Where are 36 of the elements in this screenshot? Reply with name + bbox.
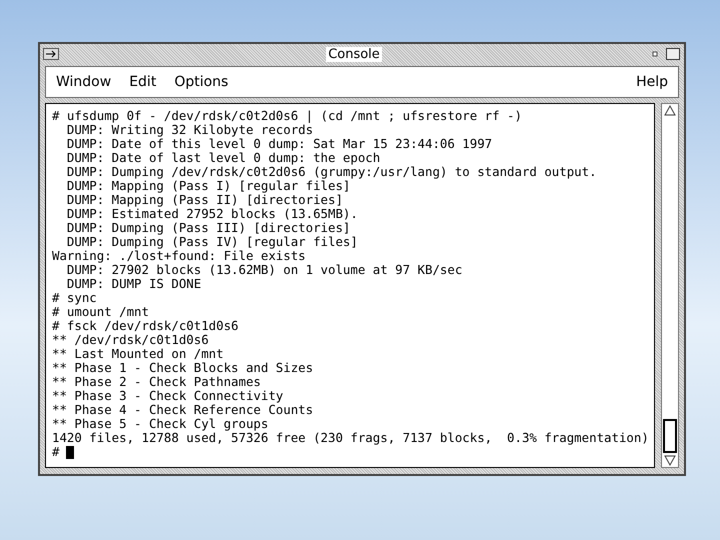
console-line: DUMP: Dumping /dev/rdsk/c0t2d0s6 (grumpy:/usr/lang) to standard output.	[66, 165, 598, 179]
console-line: DUMP: Dumping (Pass IV) [regular files]	[66, 235, 359, 249]
console-line: # sync	[52, 291, 98, 305]
maximize-icon[interactable]	[664, 47, 681, 61]
menu-item[interactable]: Window	[56, 74, 112, 90]
console-line: DUMP: Date of this level 0 dump: Sat Mar 15 23:44:06 1997	[66, 137, 494, 151]
console-line: # ufsdump 0f - /dev/rdsk/c0t2d0s6 | (cd /mnt ; ufsrestore rf -)	[52, 109, 523, 123]
console-line: DUMP: Mapping (Pass II) [directories]	[66, 193, 344, 207]
console-line: ** Phase 2 - Check Pathnames	[52, 375, 262, 389]
menu-item[interactable]: Help	[636, 74, 668, 90]
console-line: DUMP: Estimated 27952 blocks (13.65MB).	[66, 207, 359, 221]
console-line: # fsck /dev/rdsk/c0t1d0s6	[52, 319, 240, 333]
console-line: DUMP: Writing 32 Kilobyte records	[66, 123, 314, 137]
console-line: DUMP: Date of last level 0 dump: the epoch	[66, 151, 382, 165]
console-line: ** Last Mounted on /mnt	[52, 347, 225, 361]
console-line: ** Phase 4 - Check Reference Counts	[52, 403, 314, 417]
console-line: DUMP: DUMP IS DONE	[66, 277, 202, 291]
console-line: ** Phase 3 - Check Connectivity	[52, 389, 284, 403]
menu-item[interactable]: Options	[174, 74, 228, 90]
window-menu-icon[interactable]	[43, 48, 59, 60]
console-line: # umount /mnt	[52, 305, 150, 319]
scroll-thumb[interactable]	[663, 419, 677, 453]
text-cursor	[66, 446, 74, 458]
console-line: ** Phase 5 - Check Cyl groups	[52, 417, 270, 431]
scroll-up-icon[interactable]	[663, 104, 677, 118]
console-line: Warning: ./lost+found: File exists	[52, 249, 307, 263]
console-line: DUMP: Dumping (Pass III) [directories]	[66, 221, 352, 235]
console-line: DUMP: Mapping (Pass I) [regular files]	[66, 179, 350, 193]
console-line: DUMP: 27902 blocks (13.62MB) on 1 volume at 97 KB/sec	[66, 263, 464, 277]
console-line: ** Phase 1 - Check Blocks and Sizes	[52, 361, 314, 375]
shell-prompt: #	[52, 445, 60, 459]
scrollbar[interactable]	[661, 103, 679, 468]
menu-item[interactable]: Edit	[129, 74, 156, 90]
console-line: ** /dev/rdsk/c0t1d0s6	[52, 333, 210, 347]
console-line: 1420 files, 12788 used, 57326 free (230 frags, 7137 blocks, 0.3% fragmentation)	[52, 431, 650, 445]
window-title: Console	[326, 46, 382, 62]
